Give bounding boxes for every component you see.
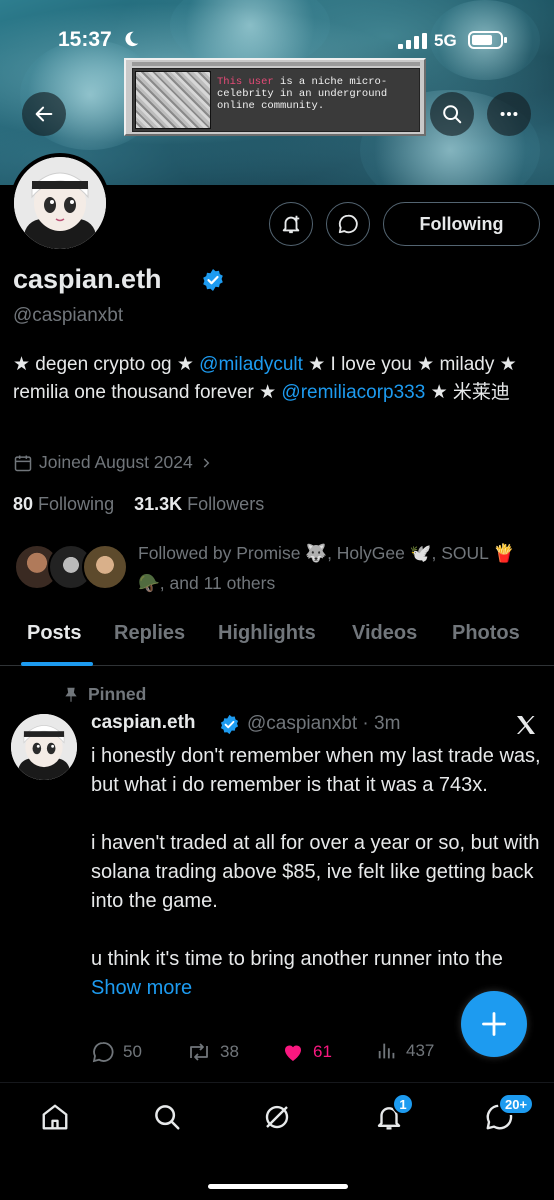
nav-home[interactable] <box>37 1099 73 1135</box>
tweet-avatar[interactable] <box>11 714 77 780</box>
like-count: 61 <box>313 1042 332 1061</box>
profile-bio: ★ degen crypto og ★ @miladycult ★ I love… <box>13 351 543 407</box>
follow-stats: 80 Following 31.3K Followers <box>13 494 264 515</box>
tweet-body[interactable]: i honestly don't remember when my last t… <box>91 742 541 1003</box>
notifications-badge: 1 <box>392 1093 414 1115</box>
search-button[interactable] <box>430 92 474 136</box>
bio-text: ★ 米莱迪 <box>425 382 510 403</box>
messages-badge: 20+ <box>498 1093 535 1115</box>
profile-handle: @caspianxbt <box>13 305 124 326</box>
tab-replies[interactable]: Replies <box>114 622 185 645</box>
avatar-image <box>14 157 106 249</box>
home-indicator <box>208 1184 348 1189</box>
grok-icon <box>265 1105 289 1129</box>
popup-content: This user is a niche micro-celebrity in … <box>132 68 420 132</box>
pin-icon <box>65 687 77 702</box>
x-logo-icon[interactable] <box>514 713 538 737</box>
pinned-label: Pinned <box>88 684 147 704</box>
message-icon <box>338 214 358 234</box>
popup-image <box>135 71 211 129</box>
nav-notifications[interactable]: 1 <box>371 1093 414 1135</box>
popup-titlebar <box>132 62 420 66</box>
back-button[interactable] <box>22 92 66 136</box>
more-button[interactable] <box>487 92 531 136</box>
views-icon <box>378 1043 395 1059</box>
avatar-image <box>11 714 77 780</box>
joined-text: Joined August 2024 <box>39 452 193 472</box>
message-button[interactable] <box>326 202 370 246</box>
reply-button[interactable]: 50 <box>91 1040 142 1064</box>
search-icon <box>155 1105 180 1130</box>
followers-label: Followers <box>187 494 265 514</box>
reply-count: 50 <box>123 1042 142 1061</box>
following-label: Following <box>38 494 115 514</box>
heart-icon <box>285 1045 301 1061</box>
reply-icon <box>92 1042 114 1063</box>
views-count: 437 <box>406 1041 435 1060</box>
tweet-text: i honestly don't remember when my last t… <box>91 745 541 970</box>
calendar-icon <box>14 455 32 471</box>
following-button[interactable]: Following <box>383 202 540 246</box>
retweet-icon <box>190 1043 208 1061</box>
network-label: 5G <box>434 31 457 50</box>
retweet-count: 38 <box>220 1042 239 1061</box>
like-button[interactable]: 61 <box>281 1040 332 1064</box>
tab-indicator <box>21 662 93 666</box>
followers-count: 31.3K <box>134 494 183 514</box>
signal-icon <box>398 33 427 49</box>
bottom-nav: 1 20+ <box>0 1082 554 1200</box>
community-note-popup: This user is a niche micro-celebrity in … <box>124 58 426 136</box>
chevron-right-icon <box>203 457 210 468</box>
pinned-indicator: Pinned <box>62 684 146 705</box>
nav-messages[interactable]: 20+ <box>481 1093 535 1135</box>
popup-text: This user is a niche micro-celebrity in … <box>217 76 417 112</box>
verified-badge-icon <box>220 714 239 735</box>
popup-highlight: This user <box>217 76 274 88</box>
tab-photos[interactable]: Photos <box>452 622 520 645</box>
plus-icon <box>482 1012 506 1036</box>
nav-search[interactable] <box>149 1099 185 1135</box>
following-stat[interactable]: 80 Following <box>13 494 114 514</box>
joined-date[interactable]: Joined August 2024 <box>13 452 213 473</box>
avatar <box>82 544 128 590</box>
bio-text: ★ degen crypto og ★ <box>13 354 200 375</box>
tab-videos[interactable]: Videos <box>352 622 417 645</box>
bell-plus-icon <box>282 215 300 234</box>
bio-mention-link[interactable]: @miladycult <box>199 354 303 375</box>
mutual-followers-avatars[interactable] <box>14 544 134 592</box>
verified-badge-icon <box>203 269 223 291</box>
retweet-button[interactable]: 38 <box>186 1040 239 1064</box>
moon-icon <box>125 31 139 47</box>
arrow-left-icon <box>35 106 53 122</box>
search-icon <box>443 105 462 124</box>
tab-highlights[interactable]: Highlights <box>218 622 316 645</box>
following-count: 80 <box>13 494 34 514</box>
more-icon <box>500 111 518 117</box>
battery-icon <box>468 31 507 49</box>
tab-posts[interactable]: Posts <box>27 622 81 645</box>
tweet-author-name[interactable]: caspian.eth <box>91 712 196 734</box>
show-more-link[interactable]: Show more <box>91 977 192 999</box>
bio-mention-link[interactable]: @remiliacorp333 <box>281 382 425 403</box>
profile-tabs: Posts Replies Highlights Videos Photos <box>0 610 554 666</box>
home-icon <box>42 1104 68 1130</box>
views-button[interactable]: 437 <box>376 1040 434 1062</box>
profile-avatar[interactable] <box>10 153 110 253</box>
tweet-handle-time: @caspianxbt · 3m <box>247 713 401 734</box>
status-time: 15:37 <box>58 28 112 51</box>
notify-button[interactable] <box>269 202 313 246</box>
nav-grok[interactable] <box>259 1099 295 1135</box>
followers-stat[interactable]: 31.3K Followers <box>134 494 264 514</box>
display-name: caspian.eth <box>13 264 162 294</box>
followed-by-text[interactable]: Followed by Promise 🐺, HolyGee 🕊️, SOUL … <box>138 538 538 598</box>
compose-button[interactable] <box>461 991 527 1057</box>
